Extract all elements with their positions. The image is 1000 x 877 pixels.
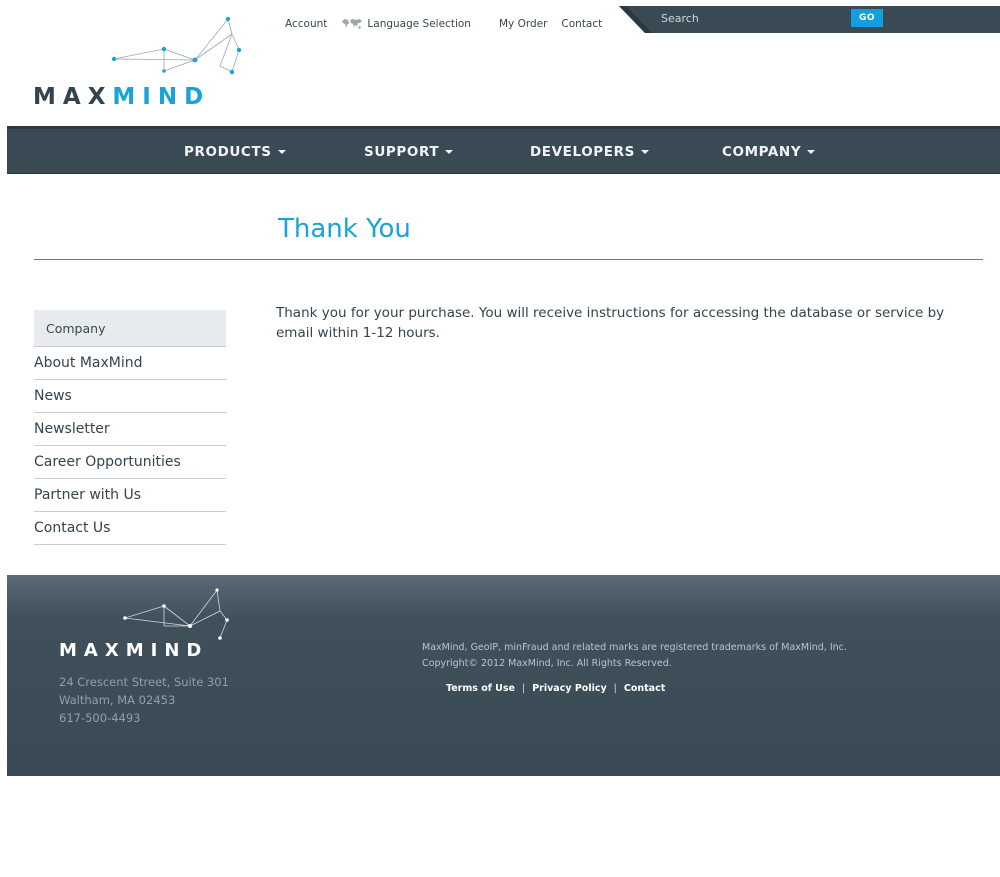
- page: MAXMIND Account Language Selection My Or…: [7, 6, 1000, 877]
- footer-links: Terms of Use | Privacy Policy | Contact: [446, 683, 665, 694]
- footer-address: 24 Crescent Street, Suite 301 Waltham, M…: [59, 673, 229, 727]
- globe-map-icon: [342, 19, 363, 29]
- nav-products-label: PRODUCTS: [184, 144, 272, 160]
- search-input[interactable]: [659, 10, 851, 27]
- footer-link-separator: |: [613, 683, 617, 694]
- main-nav: PRODUCTS SUPPORT DEVELOPERS COMPANY: [7, 126, 1000, 174]
- contact-link[interactable]: Contact: [561, 18, 602, 30]
- logo-text-max: MAX: [33, 84, 113, 110]
- footer-link-separator: |: [522, 683, 526, 694]
- search-go-button[interactable]: GO: [851, 9, 883, 27]
- footer-logo[interactable]: MAXMIND: [57, 585, 247, 665]
- footer-legal: MaxMind, GeoIP, minFraud and related mar…: [422, 640, 847, 672]
- footer: MAXMIND 24 Crescent Street, Suite 301 Wa…: [7, 575, 1000, 776]
- footer-address-line1: 24 Crescent Street, Suite 301: [59, 675, 229, 689]
- footer-logo-network-graphic: [123, 588, 229, 640]
- sidebar-heading: Company: [34, 310, 226, 347]
- nav-support[interactable]: SUPPORT: [364, 144, 454, 160]
- footer-contact-link[interactable]: Contact: [624, 683, 665, 694]
- footer-address-line2: Waltham, MA 02453: [59, 693, 176, 707]
- sidebar-item-partner-with-us[interactable]: Partner with Us: [34, 479, 226, 512]
- search-bar: GO: [619, 6, 1000, 34]
- footer-trademark: MaxMind, GeoIP, minFraud and related mar…: [422, 642, 847, 653]
- footer-copyright: Copyright© 2012 MaxMind, Inc. All Rights…: [422, 658, 672, 669]
- language-selection-link[interactable]: Language Selection: [341, 18, 485, 30]
- logo-text-mind: MIND: [112, 84, 211, 110]
- sidebar-item-newsletter[interactable]: Newsletter: [34, 413, 226, 446]
- logo-network-graphic: [111, 16, 242, 75]
- footer-phone: 617-500-4493: [59, 711, 141, 725]
- language-selection-label: Language Selection: [367, 18, 471, 30]
- logo[interactable]: MAXMIND: [27, 16, 262, 111]
- account-link[interactable]: Account: [285, 18, 327, 30]
- footer-privacy-link[interactable]: Privacy Policy: [532, 683, 606, 694]
- nav-developers-label: DEVELOPERS: [530, 144, 635, 160]
- sidebar-item-contact-us[interactable]: Contact Us: [34, 512, 226, 545]
- logo-text: MAXMIND: [33, 84, 210, 110]
- page-title: Thank You: [278, 214, 411, 244]
- title-divider: [34, 259, 983, 260]
- sidebar: Company About MaxMind News Newsletter Ca…: [34, 310, 226, 545]
- thank-you-message: Thank you for your purchase. You will re…: [276, 305, 945, 341]
- footer-terms-link[interactable]: Terms of Use: [446, 683, 515, 694]
- sidebar-item-about-maxmind[interactable]: About MaxMind: [34, 347, 226, 380]
- caret-down-icon: [640, 150, 649, 154]
- top-links: Account Language Selection My Order Cont…: [285, 16, 616, 32]
- sidebar-item-career-opportunities[interactable]: Career Opportunities: [34, 446, 226, 479]
- my-order-link[interactable]: My Order: [499, 18, 547, 30]
- caret-down-icon: [445, 150, 454, 154]
- caret-down-icon: [807, 150, 816, 154]
- nav-company[interactable]: COMPANY: [722, 144, 816, 160]
- footer-logo-text: MAXMIND: [59, 640, 209, 661]
- nav-products[interactable]: PRODUCTS: [184, 144, 286, 160]
- caret-down-icon: [277, 150, 286, 154]
- nav-developers[interactable]: DEVELOPERS: [530, 144, 649, 160]
- nav-company-label: COMPANY: [722, 144, 802, 160]
- nav-support-label: SUPPORT: [364, 144, 440, 160]
- sidebar-item-news[interactable]: News: [34, 380, 226, 413]
